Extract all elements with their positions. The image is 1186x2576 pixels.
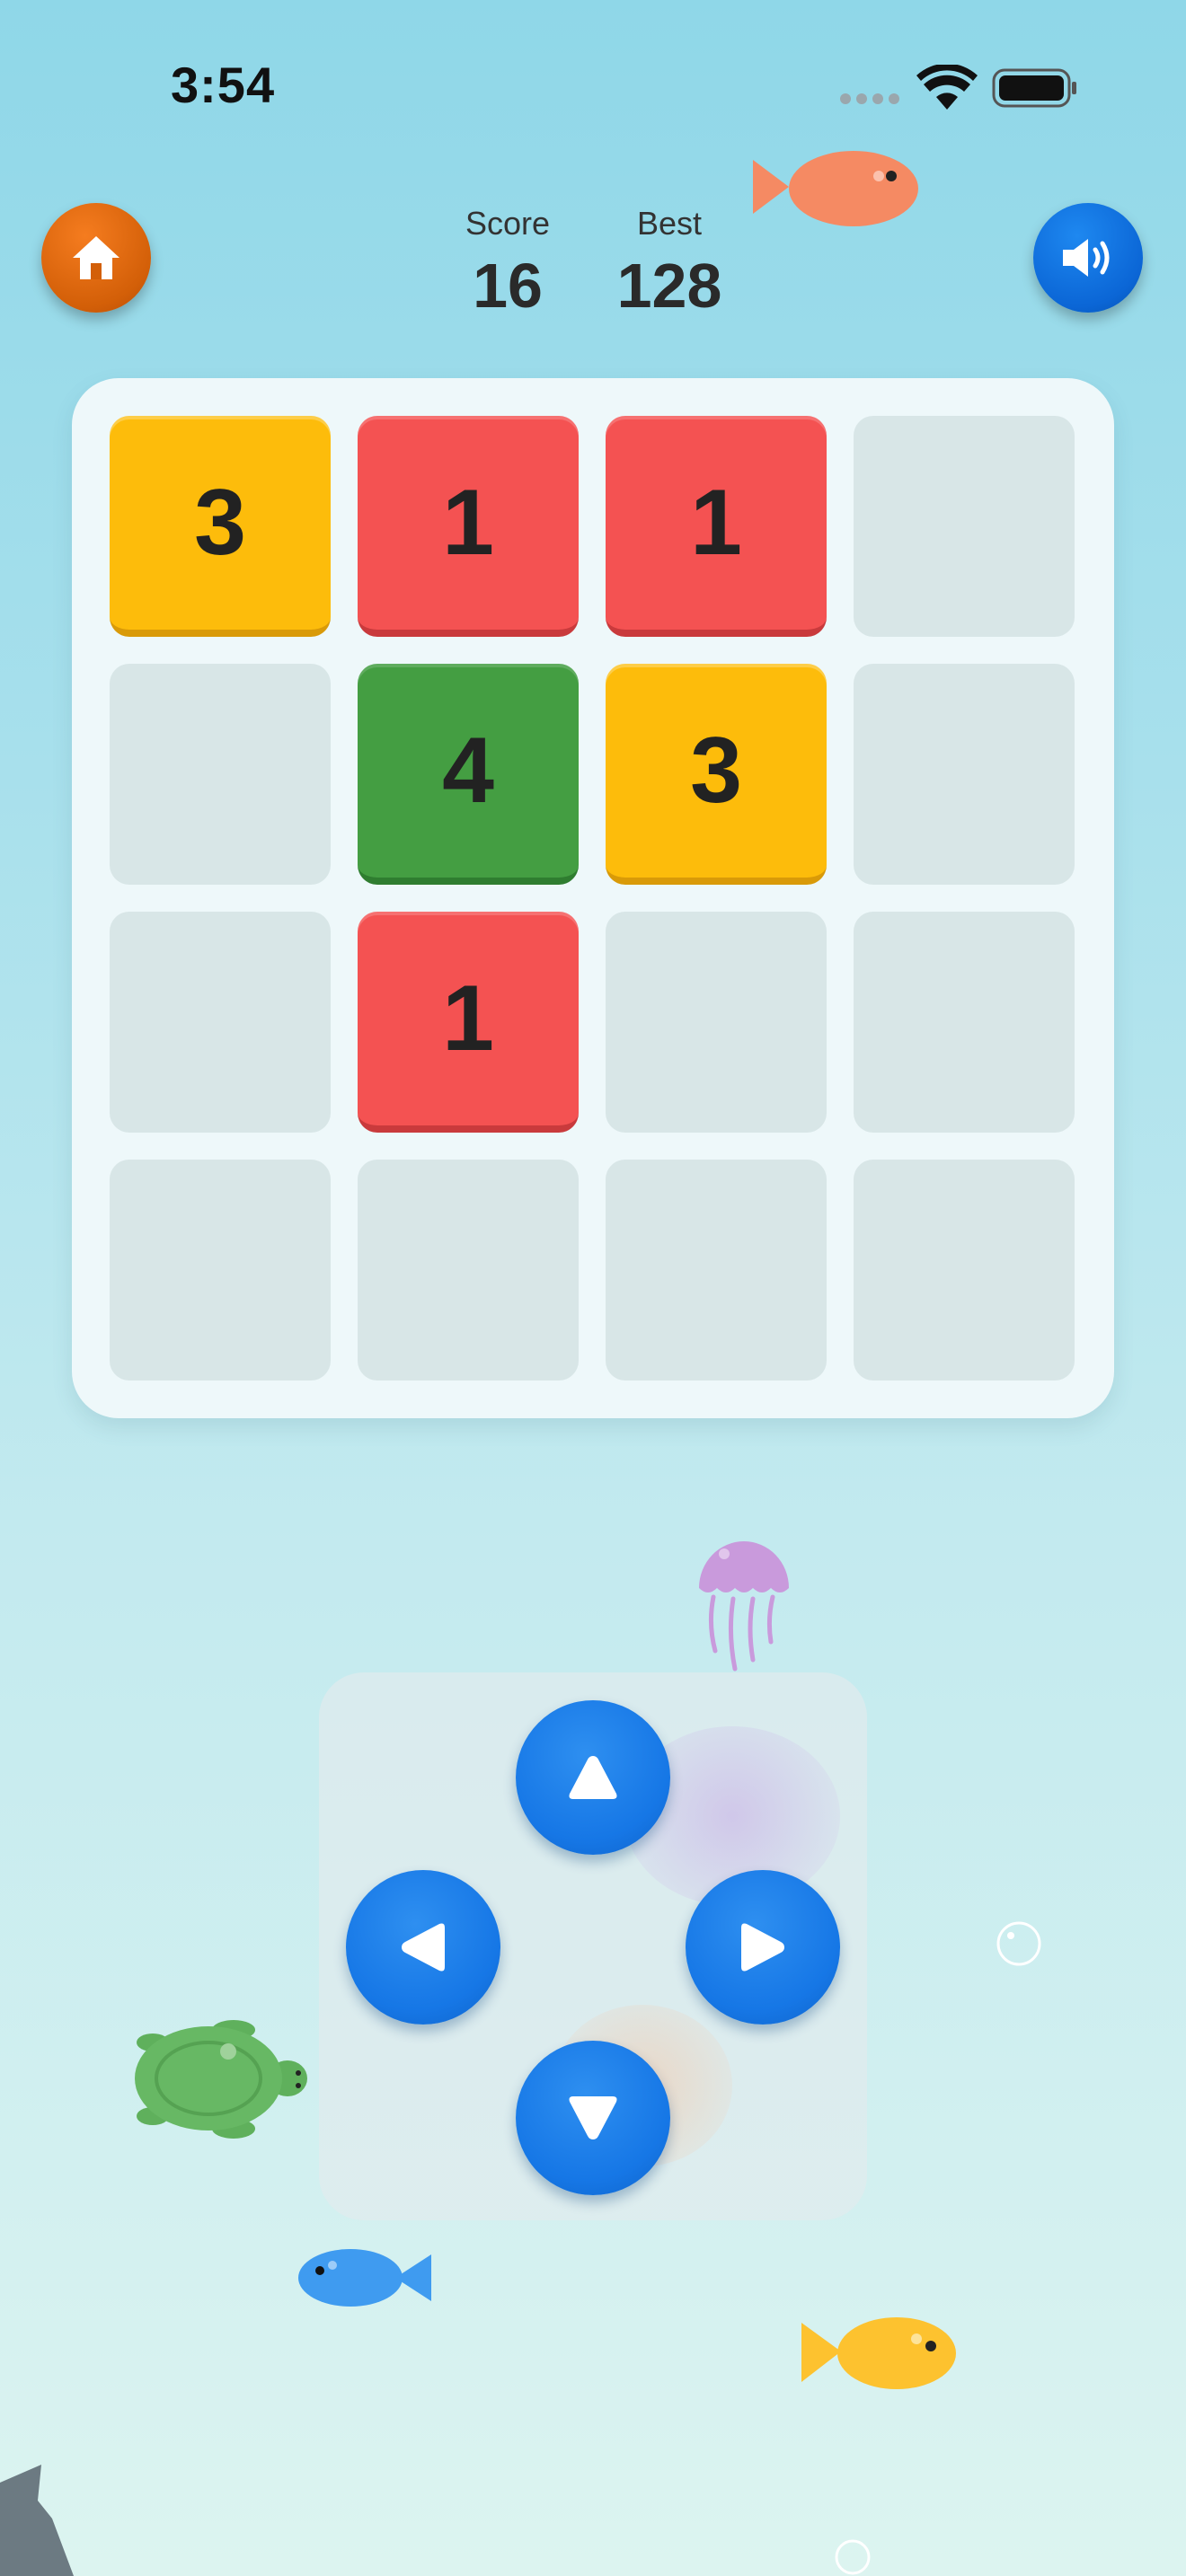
move-left-button[interactable] — [346, 1870, 500, 2025]
move-up-button[interactable] — [516, 1700, 670, 1855]
score-value: 16 — [473, 251, 543, 321]
empty-cell — [110, 664, 331, 885]
triangle-right-icon — [741, 1923, 784, 1972]
sound-button[interactable] — [1033, 203, 1143, 313]
home-icon — [73, 236, 119, 279]
triangle-up-icon — [569, 1756, 617, 1799]
home-button[interactable] — [41, 203, 151, 313]
tile-1: 1 — [358, 912, 579, 1133]
triangle-down-icon — [569, 2096, 617, 2139]
score-label: Score — [465, 205, 551, 242]
empty-cell — [358, 1160, 579, 1381]
bubble-icon — [996, 1921, 1041, 1966]
signal-dots-icon — [840, 93, 899, 104]
empty-cell — [854, 912, 1075, 1133]
move-right-button[interactable] — [686, 1870, 840, 2025]
empty-cell — [110, 912, 331, 1133]
best-score-display: Best 128 — [602, 205, 737, 322]
wifi-icon — [916, 65, 978, 110]
score-display: Score 16 — [449, 205, 566, 322]
best-value: 128 — [616, 251, 722, 321]
tile-1: 1 — [606, 416, 827, 637]
jellyfish-icon — [699, 1541, 789, 1672]
tile-3: 3 — [110, 416, 331, 637]
turtle-icon — [135, 2020, 307, 2139]
tile-4: 4 — [358, 664, 579, 885]
empty-cell — [606, 1160, 827, 1381]
battery-icon — [992, 68, 1076, 108]
best-label: Best — [636, 205, 703, 242]
yellow-fish-icon — [801, 2317, 956, 2389]
tile-1: 1 — [358, 416, 579, 637]
orange-fish-icon — [753, 151, 918, 226]
bubble-small-icon — [835, 2539, 871, 2575]
status-time: 3:54 — [171, 57, 276, 113]
empty-cell — [854, 664, 1075, 885]
triangle-left-icon — [402, 1923, 445, 1972]
empty-cell — [110, 1160, 331, 1381]
blue-fish-icon — [298, 2249, 431, 2307]
speaker-icon — [1063, 239, 1110, 277]
empty-cell — [854, 416, 1075, 637]
empty-cell — [854, 1160, 1075, 1381]
empty-cell — [606, 912, 827, 1133]
move-down-button[interactable] — [516, 2041, 670, 2195]
rock-icon — [0, 2465, 74, 2576]
game-board[interactable]: 311431 — [72, 378, 1114, 1418]
tile-3: 3 — [606, 664, 827, 885]
